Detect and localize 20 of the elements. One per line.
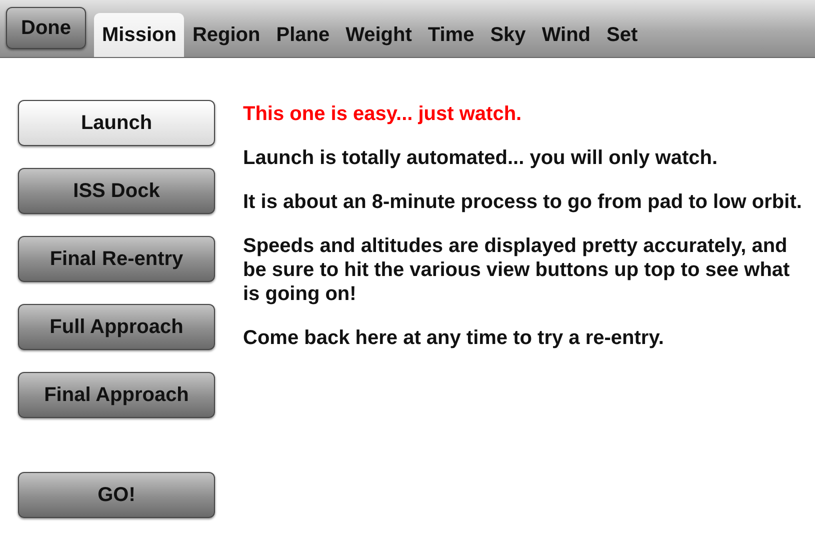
tab[interactable]: Region — [184, 13, 268, 57]
headline: This one is easy... just watch. — [243, 102, 523, 126]
paragraph: Launch is totally automated... you will only watch. — [243, 146, 719, 170]
tab[interactable]: Time — [420, 13, 482, 57]
done-button[interactable]: Done — [6, 7, 86, 49]
tab[interactable]: Mission — [94, 13, 184, 57]
mission-button[interactable]: Final Approach — [18, 372, 215, 418]
go-button[interactable]: GO! — [18, 472, 215, 518]
tab[interactable]: Sky — [482, 13, 534, 57]
mission-button[interactable]: Final Re-entry — [18, 236, 215, 282]
mission-button[interactable]: ISS Dock — [18, 168, 215, 214]
mission-button[interactable]: Launch — [18, 100, 215, 146]
tab[interactable]: Set — [598, 13, 646, 57]
tab[interactable]: Weight — [338, 13, 420, 57]
tab[interactable]: Plane — [268, 13, 338, 57]
paragraph: Come back here at any time to try a re-entry. — [243, 326, 665, 350]
mission-button[interactable]: Full Approach — [18, 304, 215, 350]
paragraph: Speeds and altitudes are displayed pretty accurately, and be sure to hit the various view buttons up top to see what is going on! — [243, 234, 791, 306]
tab[interactable]: Wind — [534, 13, 599, 57]
paragraph: It is about an 8-minute process to go from pad to low orbit. — [243, 190, 803, 214]
